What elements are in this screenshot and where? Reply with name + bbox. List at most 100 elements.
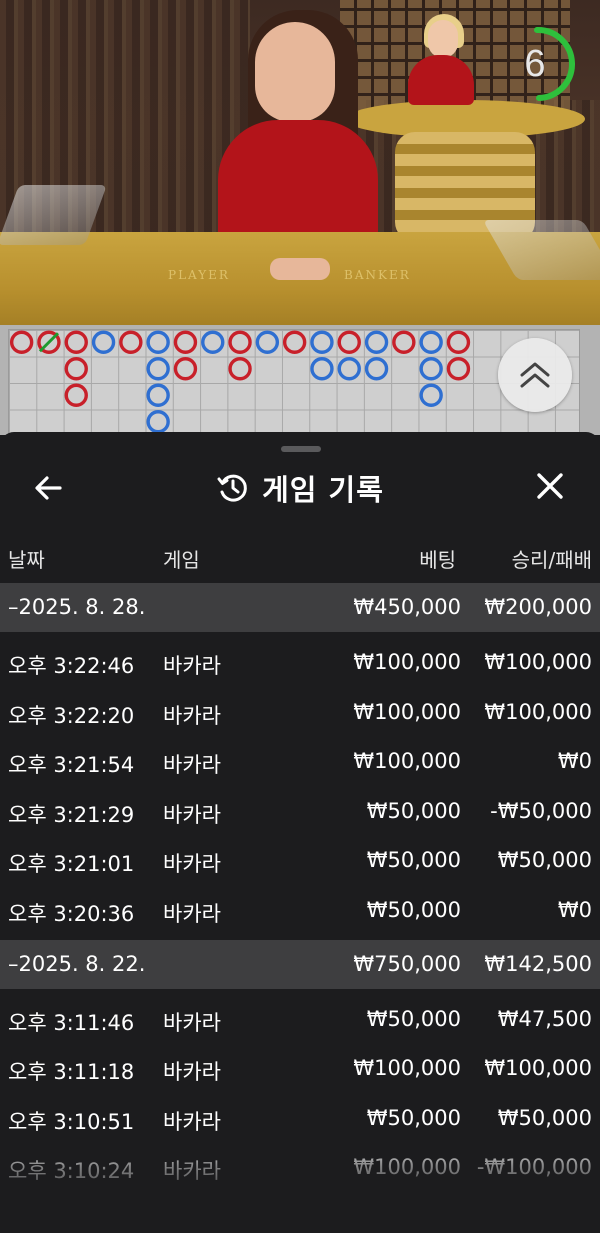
date-group-row[interactable]: –2025. 8. 22. ₩750,000 ₩142,500 bbox=[0, 939, 600, 989]
row-bet: ₩50,000 bbox=[366, 798, 461, 823]
row-time: 오후 3:20:36 bbox=[8, 902, 135, 926]
table-row[interactable]: 오후 3:22:46 바카라 ₩100,000 ₩100,000 bbox=[0, 638, 600, 687]
table-row[interactable]: 오후 3:21:54 바카라 ₩100,000 ₩0 bbox=[0, 737, 600, 786]
row-game: 바카라 bbox=[163, 1060, 221, 1085]
player-bead bbox=[337, 357, 361, 381]
row-time: 오후 3:22:46 bbox=[8, 654, 135, 678]
row-time: 오후 3:11:18 bbox=[8, 1060, 135, 1085]
group-date: –2025. 8. 22. bbox=[8, 951, 146, 976]
row-game: 바카라 bbox=[163, 802, 221, 827]
row-time: 오후 3:10:51 bbox=[8, 1109, 135, 1134]
banker-bead bbox=[173, 357, 198, 381]
table-row[interactable]: 오후 3:11:46 바카라 ₩50,000 ₩47,500 bbox=[0, 995, 600, 1044]
dealer-head bbox=[255, 22, 335, 122]
banker-bead bbox=[119, 330, 143, 354]
chevron-double-up-icon bbox=[520, 362, 550, 388]
table-row[interactable]: 오후 3:21:29 바카라 ₩50,000 -₩50,000 bbox=[0, 787, 600, 836]
group-date: –2025. 8. 28. bbox=[8, 595, 146, 619]
game-history-sheet: 게임 기록 날짜 게임 베팅 승리/패배 –2025. 8. 28. ₩450,0… bbox=[0, 432, 600, 1233]
felt-banker-label: BANKER bbox=[344, 268, 411, 282]
player-bead bbox=[310, 330, 334, 354]
row-bet: ₩100,000 bbox=[353, 699, 461, 724]
banker-bead bbox=[9, 330, 34, 354]
felt-player-label: PLAYER bbox=[168, 268, 230, 282]
timer-value: 6 bbox=[524, 43, 546, 85]
sheet-drag-handle[interactable] bbox=[281, 446, 321, 452]
row-bet: ₩50,000 bbox=[366, 1006, 461, 1031]
banker-bead bbox=[392, 330, 416, 354]
row-game: 바카라 bbox=[163, 1010, 221, 1035]
bead-road-marks bbox=[9, 330, 471, 434]
row-result: ₩100,000 bbox=[484, 1056, 592, 1081]
row-result: ₩50,000 bbox=[497, 848, 592, 873]
row-time: 오후 3:21:01 bbox=[8, 852, 135, 877]
row-game: 바카라 bbox=[163, 1159, 221, 1184]
banker-bead bbox=[446, 357, 471, 381]
table-row[interactable]: 오후 3:10:51 바카라 ₩50,000 ₩50,000 bbox=[0, 1094, 600, 1143]
row-bet: ₩100,000 bbox=[353, 749, 461, 774]
row-game: 바카라 bbox=[163, 852, 221, 877]
row-bet: ₩100,000 bbox=[353, 1155, 461, 1180]
row-result: ₩100,000 bbox=[484, 699, 592, 724]
column-header-bet: 베팅 bbox=[419, 548, 456, 572]
player-bead bbox=[146, 383, 170, 407]
banker-bead bbox=[228, 357, 252, 381]
banker-bead bbox=[173, 330, 198, 354]
row-result: ₩100,000 bbox=[484, 650, 592, 674]
player-bead bbox=[146, 410, 170, 434]
row-result: ₩50,000 bbox=[497, 1105, 592, 1130]
row-time: 오후 3:22:20 bbox=[8, 703, 135, 728]
live-video-feed: PLAYER BANKER 6 bbox=[0, 0, 600, 325]
row-time: 오후 3:10:24 bbox=[8, 1159, 135, 1184]
table-row[interactable]: 오후 3:11:18 바카라 ₩100,000 ₩100,000 bbox=[0, 1044, 600, 1093]
history-clock-icon bbox=[217, 474, 247, 502]
close-button[interactable] bbox=[530, 470, 570, 506]
banker-bead bbox=[337, 330, 361, 354]
player-bead bbox=[91, 330, 116, 354]
banker-bead bbox=[228, 330, 252, 354]
row-game: 바카라 bbox=[163, 902, 221, 926]
date-group-row[interactable]: –2025. 8. 28. ₩450,000 ₩200,000 bbox=[0, 583, 600, 632]
row-game: 바카라 bbox=[163, 654, 221, 678]
player-bead bbox=[201, 330, 225, 354]
row-result: -₩100,000 bbox=[476, 1155, 592, 1180]
close-icon bbox=[537, 473, 563, 499]
group-total-bet: ₩450,000 bbox=[353, 595, 461, 619]
row-result: ₩47,500 bbox=[497, 1006, 592, 1031]
banker-bead bbox=[64, 383, 88, 407]
sheet-title-group: 게임 기록 bbox=[0, 458, 600, 518]
table-row[interactable]: 오후 3:21:01 바카라 ₩50,000 ₩50,000 bbox=[0, 836, 600, 885]
betting-timer: 6 bbox=[503, 22, 575, 106]
player-bead bbox=[419, 357, 443, 381]
group-total-bet: ₩750,000 bbox=[353, 951, 461, 976]
banker-bead bbox=[64, 330, 88, 354]
banker-bead bbox=[64, 357, 88, 381]
player-bead bbox=[146, 330, 170, 354]
player-bead bbox=[364, 357, 389, 381]
player-bead bbox=[419, 330, 443, 354]
table-row[interactable]: 오후 3:20:36 바카라 ₩50,000 ₩0 bbox=[0, 886, 600, 935]
player-bead bbox=[146, 357, 170, 381]
group-total-result: ₩142,500 bbox=[484, 951, 592, 976]
sheet-title: 게임 기록 bbox=[262, 473, 384, 507]
player-bead bbox=[419, 383, 443, 407]
row-bet: ₩50,000 bbox=[366, 1105, 461, 1130]
expand-road-button[interactable] bbox=[498, 338, 572, 412]
row-bet: ₩100,000 bbox=[353, 1056, 461, 1081]
row-time: 오후 3:11:46 bbox=[8, 1010, 135, 1035]
row-result: -₩50,000 bbox=[490, 798, 592, 823]
dealer-hand bbox=[270, 258, 330, 280]
row-time: 오후 3:21:54 bbox=[8, 753, 135, 778]
column-header-date: 날짜 bbox=[8, 548, 45, 572]
row-time: 오후 3:21:29 bbox=[8, 802, 135, 827]
table-row[interactable]: 오후 3:10:24 바카라 ₩100,000 -₩100,000 bbox=[0, 1143, 600, 1192]
row-game: 바카라 bbox=[163, 703, 221, 728]
group-total-result: ₩200,000 bbox=[484, 595, 592, 619]
row-game: 바카라 bbox=[163, 1109, 221, 1134]
banker-bead bbox=[446, 330, 471, 354]
column-header-result: 승리/패배 bbox=[511, 548, 592, 572]
player-bead bbox=[310, 357, 334, 381]
table-row[interactable]: 오후 3:22:20 바카라 ₩100,000 ₩100,000 bbox=[0, 688, 600, 737]
background-dealer-head bbox=[428, 20, 458, 58]
row-result: ₩0 bbox=[557, 898, 592, 922]
